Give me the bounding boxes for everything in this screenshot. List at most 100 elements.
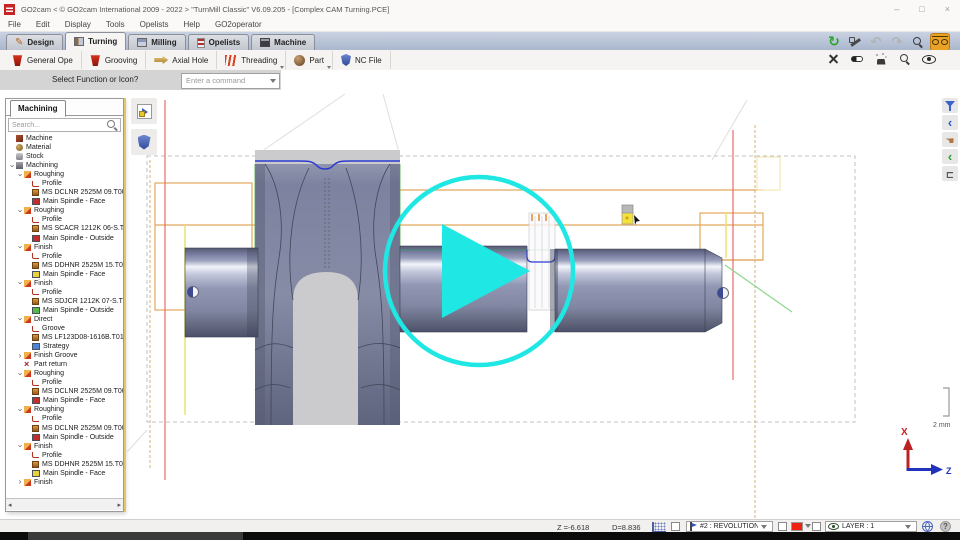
tool-insert-marker[interactable] (622, 205, 640, 225)
clamp-button[interactable] (942, 166, 958, 181)
tree-item[interactable]: Machine (6, 134, 123, 143)
threading-button[interactable]: Threading (217, 51, 286, 69)
scroll-right-icon[interactable]: ▸ (117, 501, 121, 509)
expander-icon[interactable]: › (17, 479, 23, 485)
tree-item[interactable]: ›Finish (6, 243, 123, 252)
color-caret-icon[interactable] (805, 524, 811, 528)
tree-item[interactable]: Profile (6, 378, 123, 387)
scroll-left-icon[interactable]: ◂ (8, 501, 12, 509)
tree-item[interactable]: ›Finish (6, 442, 123, 451)
tab-design[interactable]: Design (6, 34, 63, 50)
tree-item[interactable]: Strategy (6, 342, 123, 351)
menu-edit[interactable]: Edit (36, 20, 50, 29)
menu-opelists[interactable]: Opelists (140, 20, 169, 29)
world-view-icon[interactable] (922, 521, 933, 532)
analysis-tools-button[interactable] (824, 51, 842, 67)
grooving-button[interactable]: Grooving (82, 51, 146, 69)
zoom-button[interactable] (909, 34, 927, 50)
hand-pick-button[interactable] (942, 132, 958, 147)
expander-icon[interactable]: › (17, 208, 23, 214)
prev-blue-button[interactable] (942, 115, 958, 130)
tree-item[interactable]: Material (6, 143, 123, 152)
color-checkbox[interactable] (778, 522, 787, 531)
expander-icon[interactable]: › (17, 172, 23, 178)
tab-turning[interactable]: Turning (65, 32, 126, 50)
tree-item[interactable]: MS LF123D08-1616B.T01 (6, 333, 123, 342)
tree-item[interactable]: Profile (6, 215, 123, 224)
expander-icon[interactable]: › (17, 280, 23, 286)
tab-milling[interactable]: Milling (128, 34, 185, 50)
expander-icon[interactable]: › (17, 443, 23, 449)
panel-splitter[interactable] (124, 98, 126, 512)
help-icon[interactable] (940, 521, 951, 532)
tree-item[interactable]: ›Finish Groove (6, 351, 123, 360)
part-button[interactable]: Part (286, 51, 333, 69)
layer-combobox[interactable]: LAYER : 1 (825, 521, 917, 532)
tree-item[interactable]: Profile (6, 414, 123, 423)
tab-opelists[interactable]: Opelists (188, 34, 250, 50)
tree-item[interactable]: MS DDHNR 2525M 15.T00 (6, 460, 123, 469)
tree-item[interactable]: Main Spindle - Face (6, 396, 123, 405)
tree-item[interactable]: ›Roughing (6, 369, 123, 378)
glasses-button[interactable] (930, 33, 950, 51)
tree-item[interactable]: Profile (6, 179, 123, 188)
horizontal-scrollbar[interactable]: ◂ ▸ (6, 498, 123, 510)
tree-item[interactable]: Stock (6, 152, 123, 161)
axial-hole-button[interactable]: Axial Hole (146, 51, 217, 69)
tree-item[interactable]: MS DCLNR 2525M 09.T00 (6, 387, 123, 396)
nc-file-button[interactable]: NC File (333, 51, 391, 69)
tree-item[interactable]: ›Machining (6, 161, 123, 170)
plane-checkbox[interactable] (671, 522, 680, 531)
tree-item[interactable]: Profile (6, 451, 123, 460)
expander-icon[interactable]: › (17, 244, 23, 250)
tree-item[interactable]: Main Spindle - Face (6, 197, 123, 206)
tree-item[interactable]: MS DCLNR 2525M 09.T00 (6, 188, 123, 197)
tree-item[interactable]: ›Roughing (6, 170, 123, 179)
prev-green-button[interactable] (942, 149, 958, 164)
tree-item[interactable]: Profile (6, 288, 123, 297)
simulation-launch-button[interactable] (131, 98, 157, 124)
tree-item[interactable]: Part return (6, 360, 123, 369)
tree-item[interactable]: Main Spindle - Face (6, 469, 123, 478)
undo-button[interactable] (867, 34, 885, 50)
sync-button[interactable] (825, 34, 843, 50)
menu-tools[interactable]: Tools (106, 20, 125, 29)
expander-icon[interactable]: › (17, 316, 23, 322)
tree-item[interactable]: Main Spindle - Outside (6, 234, 123, 243)
menu-help[interactable]: Help (184, 20, 200, 29)
current-color-swatch[interactable] (791, 522, 803, 531)
tree-item[interactable]: ›Finish (6, 478, 123, 487)
tree-search-box[interactable]: Search... (8, 118, 121, 132)
expander-icon[interactable]: › (17, 371, 23, 377)
tree-item[interactable]: Main Spindle - Face (6, 270, 123, 279)
redo-button[interactable] (888, 34, 906, 50)
expander-icon[interactable]: › (17, 407, 23, 413)
tree-item[interactable]: ›Roughing (6, 206, 123, 215)
menu-go2operator[interactable]: GO2operator (215, 20, 262, 29)
datum-sphere-right[interactable] (718, 288, 729, 299)
tree-item[interactable]: Groove (6, 324, 123, 333)
datum-sphere-left[interactable] (188, 287, 199, 298)
eraser-button[interactable] (848, 51, 866, 67)
maximize-button[interactable]: □ (919, 4, 924, 14)
menu-display[interactable]: Display (65, 20, 91, 29)
workplane-combobox[interactable]: #2 : REVOLUTION (686, 521, 773, 532)
expander-icon[interactable]: › (17, 353, 23, 359)
tree-item[interactable]: MS DCLNR 2525M 09.T00 (6, 424, 123, 433)
zoom-window-button[interactable] (896, 51, 914, 67)
minimize-button[interactable]: – (894, 4, 899, 14)
tree-item[interactable]: ›Finish (6, 279, 123, 288)
tree-item[interactable]: ›Roughing (6, 405, 123, 414)
menu-file[interactable]: File (8, 20, 21, 29)
tab-machining[interactable]: Machining (10, 100, 66, 117)
expander-icon[interactable]: › (9, 163, 15, 169)
simulate-button[interactable] (872, 51, 890, 67)
close-button[interactable]: × (945, 4, 950, 14)
general-ope-button[interactable]: General Ope (4, 51, 82, 69)
caliper-button[interactable] (846, 34, 864, 50)
shield-button[interactable] (131, 129, 157, 155)
command-combobox[interactable]: Enter a command (181, 73, 280, 89)
tab-machine[interactable]: Machine (251, 34, 315, 50)
visibility-button[interactable] (920, 51, 938, 67)
tree-item[interactable]: Profile (6, 252, 123, 261)
